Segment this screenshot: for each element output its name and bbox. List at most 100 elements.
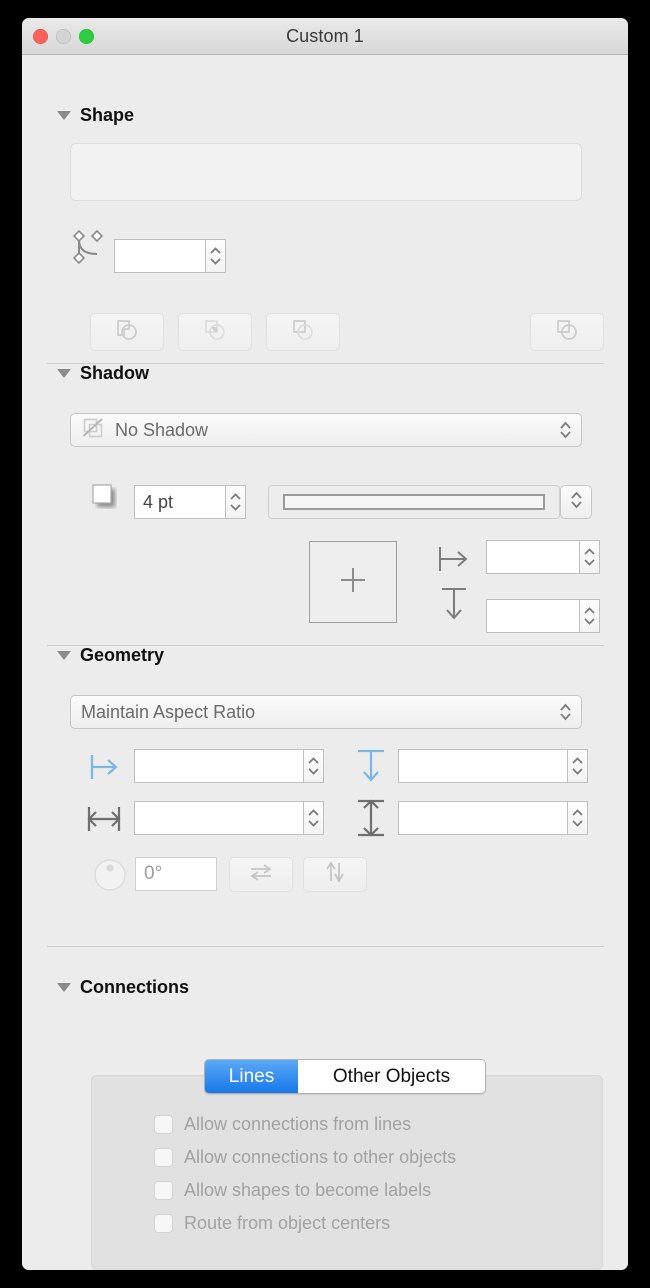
section-header-shape[interactable]: Shape [57,105,134,126]
position-x-input[interactable] [134,749,304,783]
flip-horizontal-icon [248,861,274,888]
crosshair-icon [336,563,370,602]
flip-horizontal-button[interactable] [229,857,293,892]
shadow-swatch-icon[interactable] [90,483,124,518]
tab-lines[interactable]: Lines [205,1060,298,1093]
chevron-updown-icon[interactable] [570,490,583,515]
disclosure-triangle-icon[interactable] [57,983,71,992]
checkbox-label: Allow connections to other objects [184,1147,457,1167]
shadow-spread-preview[interactable] [268,485,560,519]
chevron-up-icon[interactable] [584,607,595,614]
flip-vertical-button[interactable] [303,857,367,892]
shape-union-button[interactable] [90,313,164,351]
shape-subtract-button[interactable] [266,313,340,351]
section-title-shadow: Shadow [80,363,150,383]
divider-geometry-connections [47,946,604,947]
chevron-down-icon[interactable] [308,768,319,775]
position-y-stepper[interactable] [568,749,588,783]
checkbox-shapes-become-labels[interactable] [154,1181,173,1200]
position-x-stepper[interactable] [304,749,324,783]
window-titlebar: Custom 1 [22,18,628,55]
shadow-spread-stepper[interactable] [560,485,592,519]
connections-panel: Allow connections from lines Allow conne… [91,1075,603,1270]
shape-preview-area[interactable] [70,143,582,201]
disclosure-triangle-icon[interactable] [57,651,71,660]
checkbox-label: Allow shapes to become labels [184,1180,432,1200]
section-title-connections: Connections [80,977,190,997]
disclosure-triangle-icon[interactable] [57,111,71,120]
chevron-up-icon[interactable] [584,548,595,555]
chevron-up-icon[interactable] [230,493,241,500]
chevron-down-icon[interactable] [572,768,583,775]
checkbox-allow-from-lines[interactable] [154,1115,173,1134]
flip-vertical-icon [324,860,346,889]
union-icon [113,317,141,348]
connections-tabs: Lines Other Objects [204,1059,486,1094]
checkbox-route-from-centers[interactable] [154,1214,173,1233]
shadow-type-select[interactable]: No Shadow [70,413,582,447]
checkbox-row-allow-from-lines[interactable]: Allow connections from lines [154,1114,456,1135]
corner-radius-input[interactable] [114,239,206,273]
tab-other-objects[interactable]: Other Objects [298,1060,485,1093]
chevron-down-icon[interactable] [230,504,241,511]
rotation-input[interactable] [135,857,217,891]
subtract-icon [289,317,317,348]
inspector-body: Shape Shadow No Shadow 4 pt Geometry Mai… [22,55,628,1270]
chevron-up-icon[interactable] [572,809,583,816]
checkbox-label: Route from object centers [184,1213,391,1233]
checkbox-row-route-from-centers[interactable]: Route from object centers [154,1213,456,1234]
height-stepper[interactable] [568,801,588,835]
shadow-offset-pad[interactable] [309,541,397,623]
combine-icon [553,317,581,348]
offset-vertical-icon [435,583,473,630]
chevron-down-icon[interactable] [210,258,221,265]
chevron-up-icon[interactable] [572,757,583,764]
chevron-down-icon[interactable] [584,559,595,566]
bezier-corner-icon [72,229,108,270]
disclosure-triangle-icon[interactable] [57,369,71,378]
section-header-geometry[interactable]: Geometry [57,645,164,666]
corner-radius-stepper[interactable] [206,239,226,273]
height-icon [352,797,390,844]
width-stepper[interactable] [304,801,324,835]
shadow-offset-x-stepper[interactable] [580,540,600,574]
aspect-ratio-select[interactable]: Maintain Aspect Ratio [70,695,582,729]
section-title-shape: Shape [80,105,135,125]
aspect-ratio-value: Maintain Aspect Ratio [81,701,256,722]
checkbox-row-allow-to-objects[interactable]: Allow connections to other objects [154,1147,456,1168]
chevron-updown-icon[interactable] [559,702,572,722]
intersect-icon [201,317,229,348]
chevron-down-icon[interactable] [584,618,595,625]
chevron-up-icon[interactable] [308,757,319,764]
section-header-connections[interactable]: Connections [57,977,189,998]
position-y-icon [352,747,390,792]
width-icon [85,803,125,840]
chevron-down-icon[interactable] [572,820,583,827]
shadow-offset-x-input[interactable] [486,540,580,574]
shape-intersect-button[interactable] [178,313,252,351]
shape-combine-button[interactable] [530,313,604,351]
shadow-blur-stepper[interactable] [226,485,246,519]
rotation-knob-icon[interactable] [92,857,128,898]
checkbox-allow-to-objects[interactable] [154,1148,173,1167]
shadow-offset-y-stepper[interactable] [580,599,600,633]
width-input[interactable] [134,801,304,835]
offset-horizontal-icon [435,543,473,580]
chevron-up-icon[interactable] [308,809,319,816]
window-title: Custom 1 [286,26,364,46]
chevron-updown-icon[interactable] [559,420,572,440]
position-x-icon [87,751,123,788]
shadow-blur-input[interactable] [134,485,226,519]
line-width-preview-icon [283,494,545,510]
section-title-geometry: Geometry [80,645,165,665]
shadow-offset-y-input[interactable] [486,599,580,633]
position-y-input[interactable] [398,749,568,783]
section-header-shadow[interactable]: Shadow [57,363,149,384]
chevron-up-icon[interactable] [210,247,221,254]
checkbox-row-shapes-become-labels[interactable]: Allow shapes to become labels [154,1180,456,1201]
shadow-type-value: No Shadow [115,419,209,440]
chevron-down-icon[interactable] [308,820,319,827]
height-input[interactable] [398,801,568,835]
checkbox-label: Allow connections from lines [184,1114,412,1134]
no-shadow-icon [81,416,105,445]
